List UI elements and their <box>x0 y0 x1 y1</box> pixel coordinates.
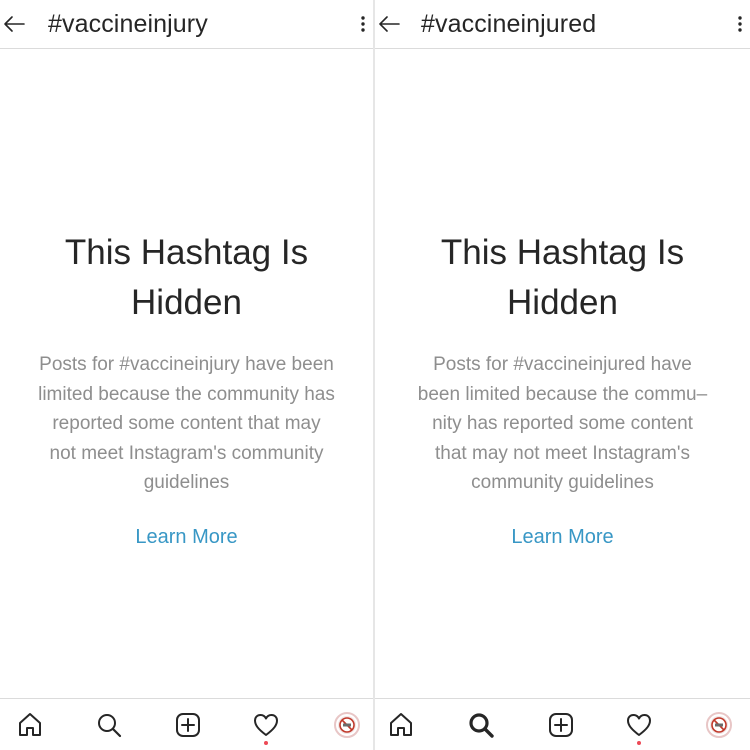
explanation-line: community guidelines <box>471 472 654 493</box>
explanation-line: that may not meet Instagram's <box>435 442 690 464</box>
no-symbol-icon <box>711 717 727 733</box>
back-arrow-icon[interactable] <box>377 12 401 36</box>
heading-line: This Hashtag Is <box>440 233 685 272</box>
explanation-line: nity has reported some content <box>432 413 693 434</box>
more-options-icon[interactable] <box>736 14 744 34</box>
hashtag-screen-vaccineinjured: #vaccineinjured This Hashtag Is Hidden P… <box>375 0 750 750</box>
hidden-explanation: Posts for #vaccineinjury have been limit… <box>22 350 352 498</box>
new-post-icon[interactable] <box>547 711 575 739</box>
hidden-explanation: Posts for #vaccineinjured have been limi… <box>398 350 728 498</box>
explanation-line: guidelines <box>143 472 230 493</box>
activity-heart-icon[interactable] <box>625 711 653 739</box>
bottom-nav-bar <box>0 698 373 750</box>
hidden-heading: This Hashtag Is Hidden <box>27 228 347 328</box>
explanation-line: reported some content that may <box>52 413 321 434</box>
explanation-line: limited because the community has <box>38 383 335 405</box>
heading-line: Hidden <box>507 283 618 322</box>
hidden-heading: This Hashtag Is Hidden <box>403 228 723 328</box>
top-bar: #vaccineinjured <box>375 0 750 49</box>
notification-dot <box>637 741 641 745</box>
explanation-line: Posts for #vaccineinjured have <box>433 354 692 375</box>
search-icon[interactable] <box>95 711 123 739</box>
new-post-icon[interactable] <box>174 711 202 739</box>
home-icon[interactable] <box>16 711 44 739</box>
hidden-hashtag-message: This Hashtag Is Hidden Posts for #vaccin… <box>0 228 373 549</box>
home-icon[interactable] <box>387 711 415 739</box>
explanation-line: been limited because the commu– <box>417 383 708 405</box>
explanation-line: Posts for #vaccineinjury have been <box>39 354 334 375</box>
bottom-nav-bar <box>375 698 750 750</box>
learn-more-link[interactable]: Learn More <box>135 526 237 549</box>
heading-line: Hidden <box>131 283 242 322</box>
back-arrow-icon[interactable] <box>2 12 26 36</box>
activity-heart-icon[interactable] <box>252 711 280 739</box>
profile-avatar[interactable] <box>706 712 732 738</box>
hashtag-title: #vaccineinjured <box>421 10 597 38</box>
avatar-image <box>710 716 728 734</box>
search-icon[interactable] <box>467 711 495 739</box>
heading-line: This Hashtag Is <box>64 233 309 272</box>
hashtag-screen-vaccineinjury: #vaccineinjury This Hashtag Is Hidden Po… <box>0 0 373 750</box>
hashtag-title: #vaccineinjury <box>48 10 208 38</box>
top-bar: #vaccineinjury <box>0 0 373 49</box>
profile-avatar[interactable] <box>334 712 360 738</box>
more-options-icon[interactable] <box>359 14 367 34</box>
hidden-hashtag-message: This Hashtag Is Hidden Posts for #vaccin… <box>375 228 750 549</box>
screenshot-collage: #vaccineinjury This Hashtag Is Hidden Po… <box>0 0 750 750</box>
no-symbol-icon <box>339 717 355 733</box>
explanation-line: not meet Instagram's community <box>49 442 324 464</box>
notification-dot <box>264 741 268 745</box>
learn-more-link[interactable]: Learn More <box>511 526 613 549</box>
avatar-image <box>338 716 356 734</box>
